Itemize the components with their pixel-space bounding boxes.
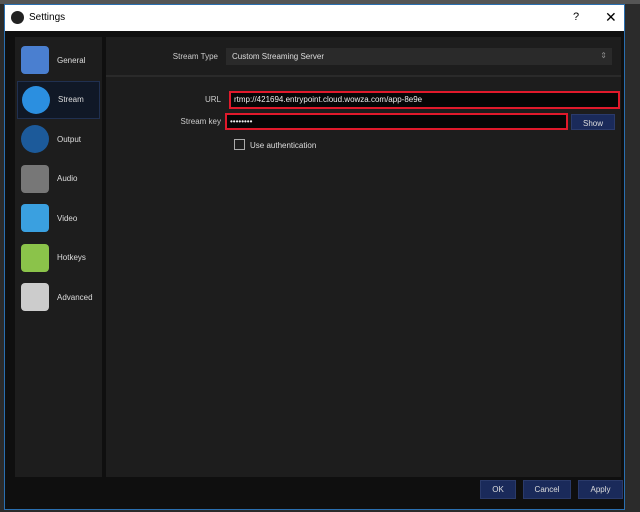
sidebar-item-hotkeys[interactable]: Hotkeys [17, 239, 100, 277]
url-input[interactable]: rtmp://421694.entrypoint.cloud.wowza.com… [229, 91, 620, 109]
apply-button[interactable]: Apply [578, 480, 623, 499]
sidebar-item-label: Output [57, 134, 82, 144]
sidebar-item-label: Video [57, 213, 78, 223]
use-authentication-checkbox[interactable] [234, 139, 245, 150]
sidebar-item-label: Hotkeys [57, 253, 86, 262]
stream-key-input[interactable]: •••••••• [225, 113, 568, 130]
close-button[interactable]: ✕ [605, 9, 617, 26]
sidebar-item-general[interactable]: General [17, 41, 100, 79]
stream-type-value: Custom Streaming Server [232, 52, 325, 61]
help-button[interactable]: ? [573, 11, 579, 23]
cancel-button[interactable]: Cancel [523, 480, 571, 499]
url-label: URL [204, 95, 221, 104]
keyboard-icon [21, 243, 49, 272]
window-title: Settings [29, 12, 66, 23]
use-authentication-label: Use authentication [250, 141, 317, 150]
sidebar: General Stream Output Audio Video Hotkeys Adva… [15, 37, 102, 477]
stream-panel: Stream Type Custom Streaming Server ⇕ URL… [106, 37, 621, 477]
ok-button[interactable]: OK [480, 480, 516, 499]
globe-icon [22, 85, 50, 114]
stream-key-label: Stream key [180, 117, 221, 126]
title-bar: Settings ? ✕ [5, 5, 624, 31]
gears-icon [21, 283, 49, 311]
sidebar-item-advanced[interactable]: Advanced [17, 278, 100, 316]
general-icon [21, 46, 49, 74]
sidebar-item-output[interactable]: Output [17, 120, 100, 158]
settings-window: Settings ? ✕ General Stream Output Audio Vid… [4, 4, 625, 510]
speaker-icon [21, 164, 49, 193]
sidebar-item-label: General [57, 55, 86, 65]
sidebar-item-label: Stream [58, 95, 84, 104]
obs-logo-icon [11, 11, 24, 24]
updown-icon: ⇕ [600, 51, 607, 60]
stream-type-label: Stream Type [172, 52, 218, 61]
divider [106, 75, 621, 77]
sidebar-item-audio[interactable]: Audio [17, 160, 100, 198]
sidebar-item-video[interactable]: Video [17, 199, 100, 237]
sidebar-item-stream[interactable]: Stream [17, 80, 100, 119]
stream-type-select[interactable]: Custom Streaming Server ⇕ [226, 48, 612, 65]
show-key-button[interactable]: Show [571, 114, 615, 130]
sidebar-item-label: Advanced [57, 292, 93, 302]
monitor-icon [21, 204, 49, 232]
sidebar-item-label: Audio [57, 174, 78, 183]
broadcast-icon [21, 125, 49, 153]
